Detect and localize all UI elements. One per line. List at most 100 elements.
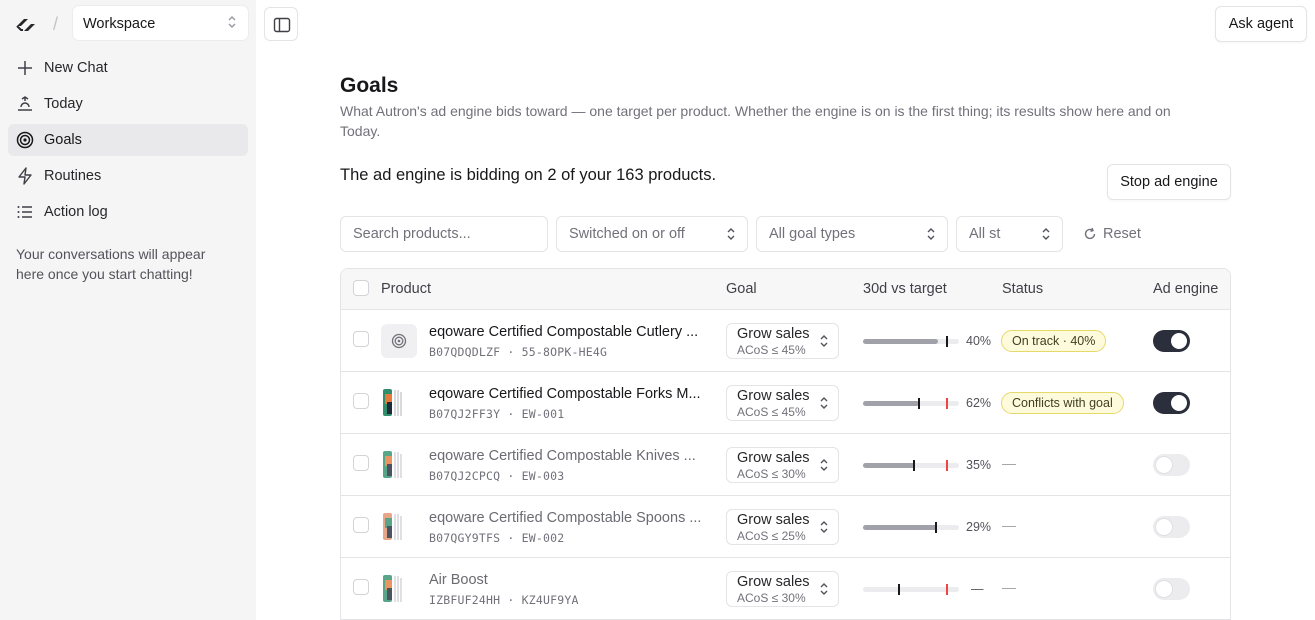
ad-engine-toggle[interactable] [1153,578,1190,600]
product-name[interactable]: eqoware Certified Compostable Forks M... [429,386,704,402]
column-header-product: Product [381,281,431,297]
toggle-sidebar-button[interactable] [264,7,298,41]
progress-marker [935,522,937,533]
product-name[interactable]: Air Boost [429,572,704,588]
sidebar-item-goals[interactable]: Goals [8,124,248,156]
table-row[interactable]: eqoware Certified Compostable Knives ...… [341,434,1230,496]
status-empty: — [1002,579,1016,595]
status-filter-select[interactable]: All st [956,216,1063,252]
chevron-updown-icon [820,335,828,347]
goal-type: Grow sales [737,326,810,342]
sidebar-panel-icon [273,17,291,33]
status-badge: On track · 40% [1001,330,1107,352]
ad-engine-toggle[interactable] [1153,330,1190,352]
status-badge: Conflicts with goal [1001,392,1124,414]
goal-select[interactable]: Grow sales ACoS ≤ 30% [726,571,839,607]
goal-target: ACoS ≤ 30% [737,591,806,605]
progress-fill [863,401,919,406]
plus-icon [18,61,32,75]
stop-ad-engine-button[interactable]: Stop ad engine [1107,164,1231,200]
product-name[interactable]: eqoware Certified Compostable Cutlery ..… [429,324,704,340]
column-header-ad-engine: Ad engine [1153,281,1219,297]
product-identifiers: B07QJ2CPCQ · EW-003 [429,469,565,483]
sidebar-item-today[interactable]: Today [8,88,248,120]
sidebar-item-routines[interactable]: Routines [8,160,248,192]
progress-percent: 40% [966,334,992,348]
switch-filter-select[interactable]: Switched on or off [556,216,748,252]
today-icon [18,96,32,111]
ad-engine-toggle[interactable] [1153,392,1190,414]
progress-bar [863,398,959,409]
table-row[interactable]: eqoware Certified Compostable Cutlery ..… [341,310,1230,372]
ad-engine-toggle[interactable] [1153,516,1190,538]
status-empty: — [1002,517,1016,533]
table-row[interactable]: Air Boost IZBFUF24HH · KZ4UF9YA Grow sal… [341,558,1230,620]
reset-label: Reset [1103,226,1141,242]
search-input[interactable]: Search products... [340,216,548,252]
product-thumbnail [381,573,417,605]
goal-select[interactable]: Grow sales ACoS ≤ 25% [726,509,839,545]
goals-table: Product Goal 30d vs target Status Ad eng… [340,268,1231,620]
table-row[interactable]: eqoware Certified Compostable Spoons ...… [341,496,1230,558]
progress-fill [863,525,937,530]
goal-type: Grow sales [737,574,810,590]
product-thumbnail [381,387,417,419]
target-icon [391,333,407,349]
target-marker [946,460,948,471]
goal-target: ACoS ≤ 45% [737,343,806,357]
progress-bar [863,460,959,471]
toggle-knob [1156,457,1172,473]
column-header-status: Status [1002,281,1044,297]
sidebar-item-action-log[interactable]: Action log [8,196,248,228]
chevron-updown-icon [820,583,828,595]
table-header: Product Goal 30d vs target Status Ad eng… [341,269,1230,310]
progress-bar [863,584,959,595]
sidebar-item-new-chat[interactable]: New Chat [8,52,248,84]
reset-filters-button[interactable]: Reset [1083,224,1141,244]
goal-type: Grow sales [737,450,810,466]
product-name[interactable]: eqoware Certified Compostable Knives ... [429,448,704,464]
product-name[interactable]: eqoware Certified Compostable Spoons ... [429,510,704,526]
goal-select[interactable]: Grow sales ACoS ≤ 45% [726,385,839,421]
sidebar-item-label: Today [44,96,83,112]
progress-marker [918,398,920,409]
column-header-30d-vs-target: 30d vs target [863,281,947,297]
switch-filter-value: Switched on or off [569,226,685,242]
ad-engine-toggle[interactable] [1153,454,1190,476]
list-icon [17,206,32,218]
sidebar-nav: New Chat Today Goals Routines Action log [8,52,248,232]
table-row[interactable]: eqoware Certified Compostable Forks M...… [341,372,1230,434]
row-checkbox[interactable] [353,393,369,409]
sidebar: / Workspace New Chat Today Goals Routine… [0,0,256,620]
row-checkbox[interactable] [353,455,369,471]
column-header-goal: Goal [726,281,757,297]
chevron-updown-icon [927,228,935,240]
chevron-updown-icon [820,521,828,533]
progress-bar [863,336,959,347]
sidebar-item-label: Routines [44,168,102,184]
row-checkbox[interactable] [353,331,369,347]
sidebar-item-label: Goals [44,132,82,148]
goal-select[interactable]: Grow sales ACoS ≤ 30% [726,447,839,483]
product-thumbnail [381,449,417,481]
product-identifiers: B07QDQDLZF · 55-8OPK-HE4G [429,345,608,359]
progress-marker [898,584,900,595]
sidebar-item-label: New Chat [44,60,108,76]
target-marker [946,584,948,595]
row-checkbox[interactable] [353,579,369,595]
workspace-select[interactable]: Workspace [73,6,248,40]
goal-select[interactable]: Grow sales ACoS ≤ 45% [726,323,839,359]
chevron-updown-icon [1042,228,1050,240]
select-all-checkbox[interactable] [353,280,369,296]
progress-fill [863,463,915,468]
brand-logo-icon[interactable] [15,16,37,34]
row-checkbox[interactable] [353,517,369,533]
goal-type-filter-select[interactable]: All goal types [756,216,948,252]
ask-agent-button[interactable]: Ask agent [1215,6,1307,42]
page-title: Goals [340,74,399,97]
progress-fill [863,339,938,344]
product-identifiers: B07QJ2FF3Y · EW-001 [429,407,565,421]
chevron-updown-icon [820,459,828,471]
progress-percent: 35% [966,458,992,472]
toggle-knob [1156,519,1172,535]
